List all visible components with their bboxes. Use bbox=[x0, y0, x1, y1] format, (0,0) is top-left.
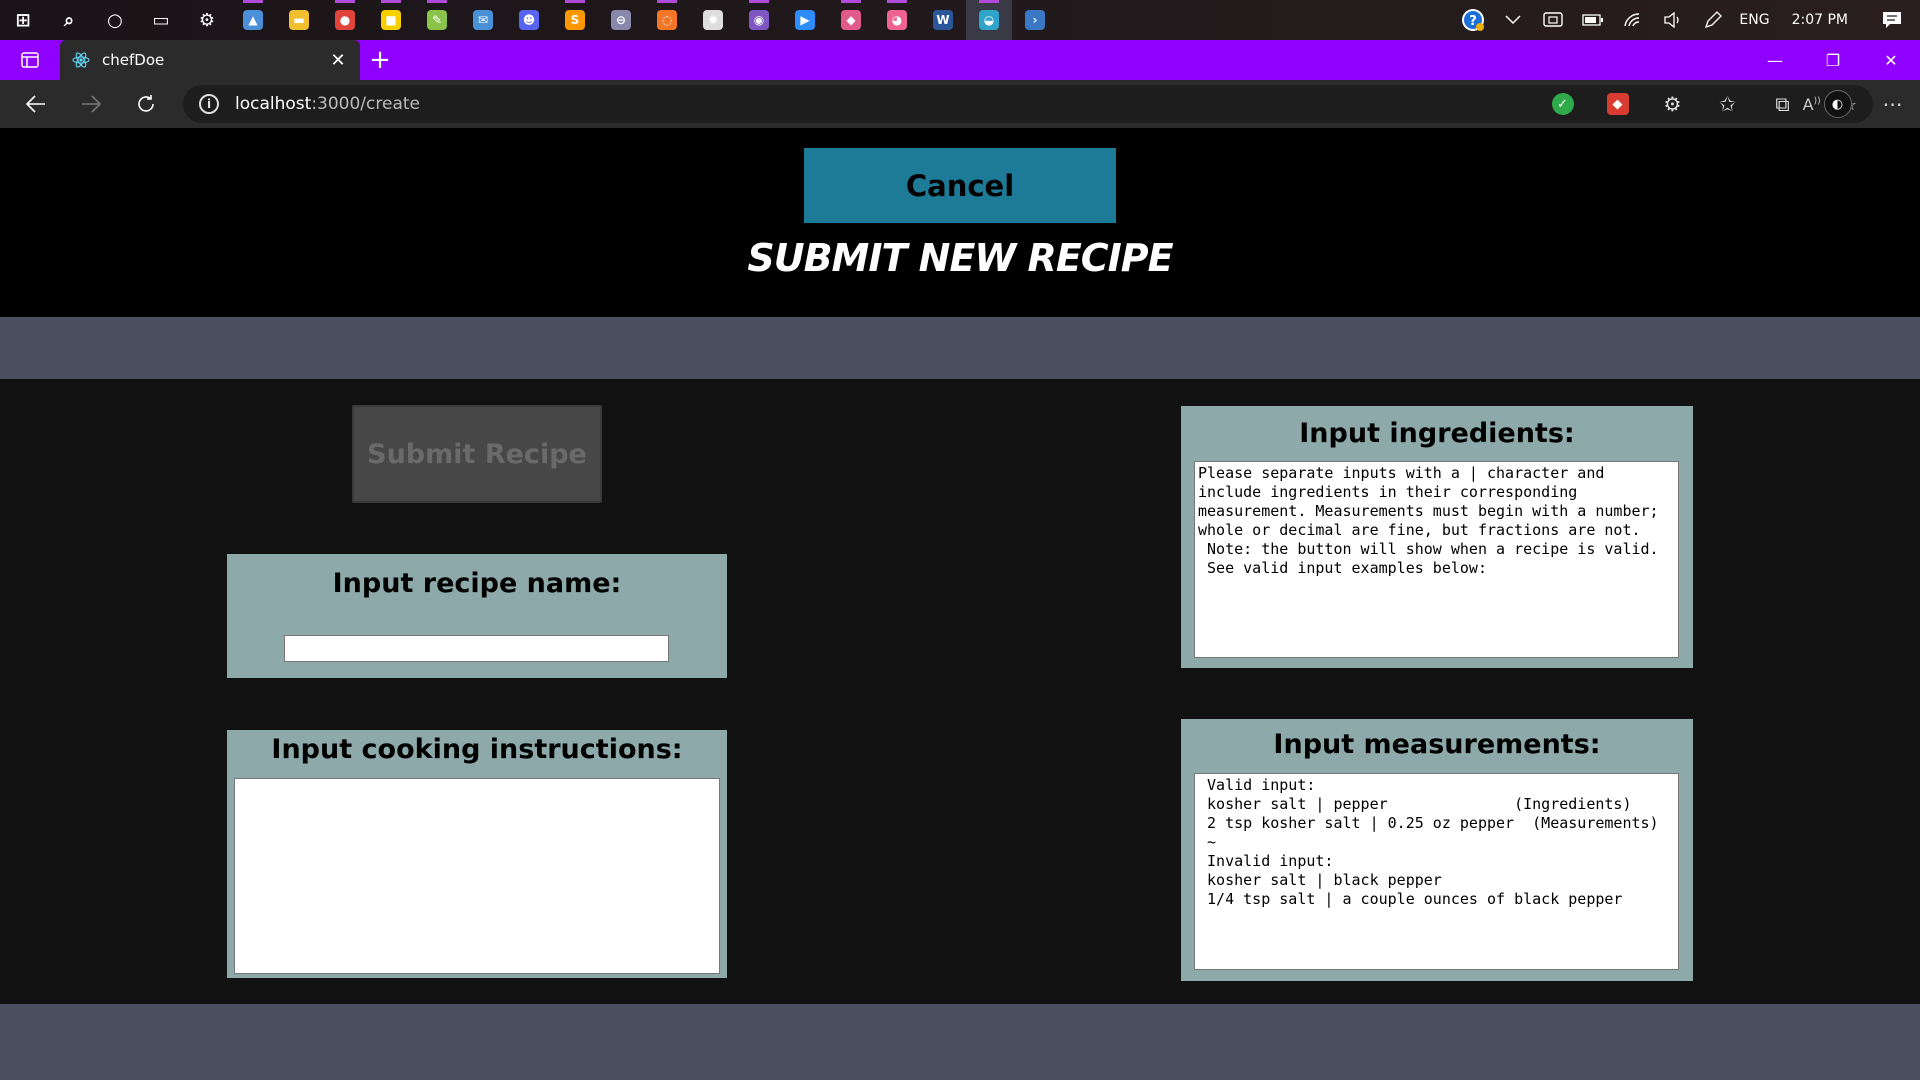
sticky-notes-icon[interactable]: ■ bbox=[368, 0, 414, 40]
measurements-heading: Input measurements: bbox=[1273, 729, 1601, 760]
site-info-icon[interactable]: i bbox=[199, 94, 219, 114]
powershell-icon[interactable]: › bbox=[1012, 0, 1058, 40]
recipe-name-input[interactable] bbox=[284, 635, 669, 662]
ingredients-panel: Input ingredients: Please separate input… bbox=[1181, 406, 1693, 668]
windows-taskbar: ⊞ ⌕ ○ ▭ ⚙ ▲ ▬ ● ■ ✎ ✉ ☻ S ⊖ ◌ ✺ ◉ ▶ ◆ ◕ W ◒ › ? ENG 2:07 PM bbox=[0, 0, 1920, 40]
language-indicator[interactable]: ENG bbox=[1733, 0, 1775, 40]
clock[interactable]: 2:07 PM bbox=[1776, 0, 1864, 40]
file-explorer-icon[interactable]: ▬ bbox=[276, 0, 322, 40]
minimize-icon[interactable]: — bbox=[1746, 40, 1804, 80]
extensions-bar: ✓ ◆ ⚙ ✩ ⧉ ◐ ⋯ bbox=[1535, 80, 1920, 128]
favorites-icon[interactable]: ✩ bbox=[1700, 80, 1755, 128]
mail-icon[interactable]: ✉ bbox=[460, 0, 506, 40]
recipe-form: Submit Recipe Input recipe name: Input c… bbox=[0, 379, 1920, 1004]
measurements-panel: Input measurements: Valid input: kosher … bbox=[1181, 719, 1693, 981]
paint-icon[interactable]: ◕ bbox=[874, 0, 920, 40]
search-icon[interactable]: ⌕ bbox=[46, 0, 92, 40]
ingredients-heading: Input ingredients: bbox=[1299, 418, 1575, 449]
zoom-icon[interactable]: ▶ bbox=[782, 0, 828, 40]
instructions-textarea[interactable] bbox=[234, 778, 720, 974]
browser-tab-strip: chefDoe ✕ + — ❐ ✕ bbox=[0, 40, 1920, 80]
refresh-button[interactable] bbox=[118, 80, 173, 128]
anaconda-icon[interactable]: ◆ bbox=[828, 0, 874, 40]
instructions-heading: Input cooking instructions: bbox=[271, 734, 683, 765]
cortana-icon[interactable]: ○ bbox=[92, 0, 138, 40]
sublime-text-icon[interactable]: S bbox=[552, 0, 598, 40]
security-check-icon[interactable]: ✓ bbox=[1535, 80, 1590, 128]
chrome-icon[interactable]: ● bbox=[322, 0, 368, 40]
recipe-name-heading: Input recipe name: bbox=[332, 568, 622, 599]
pen-icon[interactable] bbox=[1693, 0, 1733, 40]
ingredients-textarea[interactable]: Please separate inputs with a | characte… bbox=[1194, 461, 1679, 658]
edge-icon[interactable]: ◒ bbox=[966, 0, 1012, 40]
word-icon[interactable]: W bbox=[920, 0, 966, 40]
extensions-icon[interactable]: ⚙ bbox=[1645, 80, 1700, 128]
recipe-name-panel: Input recipe name: bbox=[227, 554, 727, 678]
collections-icon[interactable]: ⧉ bbox=[1755, 80, 1810, 128]
forward-button[interactable] bbox=[63, 80, 118, 128]
network-tool-icon[interactable]: ✺ bbox=[690, 0, 736, 40]
close-tab-icon[interactable]: ✕ bbox=[328, 50, 348, 71]
volume-icon[interactable] bbox=[1653, 0, 1693, 40]
vpn-icon[interactable]: ⊖ bbox=[598, 0, 644, 40]
tab-title: chefDoe bbox=[102, 51, 165, 69]
url-host: localhost bbox=[235, 94, 312, 114]
measurements-textarea[interactable]: Valid input: kosher salt | pepper (Ingre… bbox=[1194, 773, 1679, 970]
jupyter-icon[interactable]: ◌ bbox=[644, 0, 690, 40]
windows-start-icon[interactable]: ⊞ bbox=[0, 0, 46, 40]
wifi-icon[interactable] bbox=[1613, 0, 1653, 40]
cancel-button[interactable]: Cancel bbox=[804, 148, 1116, 223]
close-window-icon[interactable]: ✕ bbox=[1862, 40, 1920, 80]
page-viewport: Cancel SUBMIT NEW RECIPE Submit Recipe I… bbox=[0, 128, 1920, 1080]
restore-icon[interactable]: ❐ bbox=[1804, 40, 1862, 80]
task-view-icon[interactable]: ▭ bbox=[138, 0, 184, 40]
url-path: :3000/create bbox=[311, 94, 420, 114]
window-controls: — ❐ ✕ bbox=[1746, 40, 1920, 80]
more-menu-icon[interactable]: ⋯ bbox=[1865, 80, 1920, 128]
chevron-up-icon[interactable] bbox=[1493, 0, 1533, 40]
submit-recipe-button[interactable]: Submit Recipe bbox=[352, 405, 602, 503]
page-header: Cancel SUBMIT NEW RECIPE bbox=[0, 128, 1920, 317]
back-button[interactable] bbox=[8, 80, 63, 128]
page-title: SUBMIT NEW RECIPE bbox=[747, 236, 1173, 280]
taskbar-app-icons: ⊞ ⌕ ○ ▭ ⚙ ▲ ▬ ● ■ ✎ ✉ ☻ S ⊖ ◌ ✺ ◉ ▶ ◆ ◕ W ◒ › bbox=[0, 0, 1058, 40]
notepad-plus-icon[interactable]: ✎ bbox=[414, 0, 460, 40]
help-icon[interactable]: ? bbox=[1453, 0, 1493, 40]
system-tray: ? ENG 2:07 PM bbox=[1453, 0, 1920, 40]
settings-icon[interactable]: ⚙ bbox=[184, 0, 230, 40]
photos-icon[interactable]: ▲ bbox=[230, 0, 276, 40]
extension-red-icon[interactable]: ◆ bbox=[1590, 80, 1645, 128]
screen-capture-icon[interactable] bbox=[1533, 0, 1573, 40]
react-favicon-icon bbox=[72, 51, 90, 69]
tab-chefdoe[interactable]: chefDoe ✕ bbox=[60, 40, 360, 80]
instructions-panel: Input cooking instructions: bbox=[227, 730, 727, 978]
new-tab-button[interactable]: + bbox=[360, 40, 400, 80]
github-desktop-icon[interactable]: ◉ bbox=[736, 0, 782, 40]
profile-avatar[interactable]: ◐ bbox=[1810, 80, 1865, 128]
svg-text:?: ? bbox=[1470, 14, 1478, 29]
battery-icon[interactable] bbox=[1573, 0, 1613, 40]
notifications-icon[interactable] bbox=[1864, 0, 1920, 40]
discord-icon[interactable]: ☻ bbox=[506, 0, 552, 40]
tab-actions-icon[interactable] bbox=[0, 40, 60, 80]
